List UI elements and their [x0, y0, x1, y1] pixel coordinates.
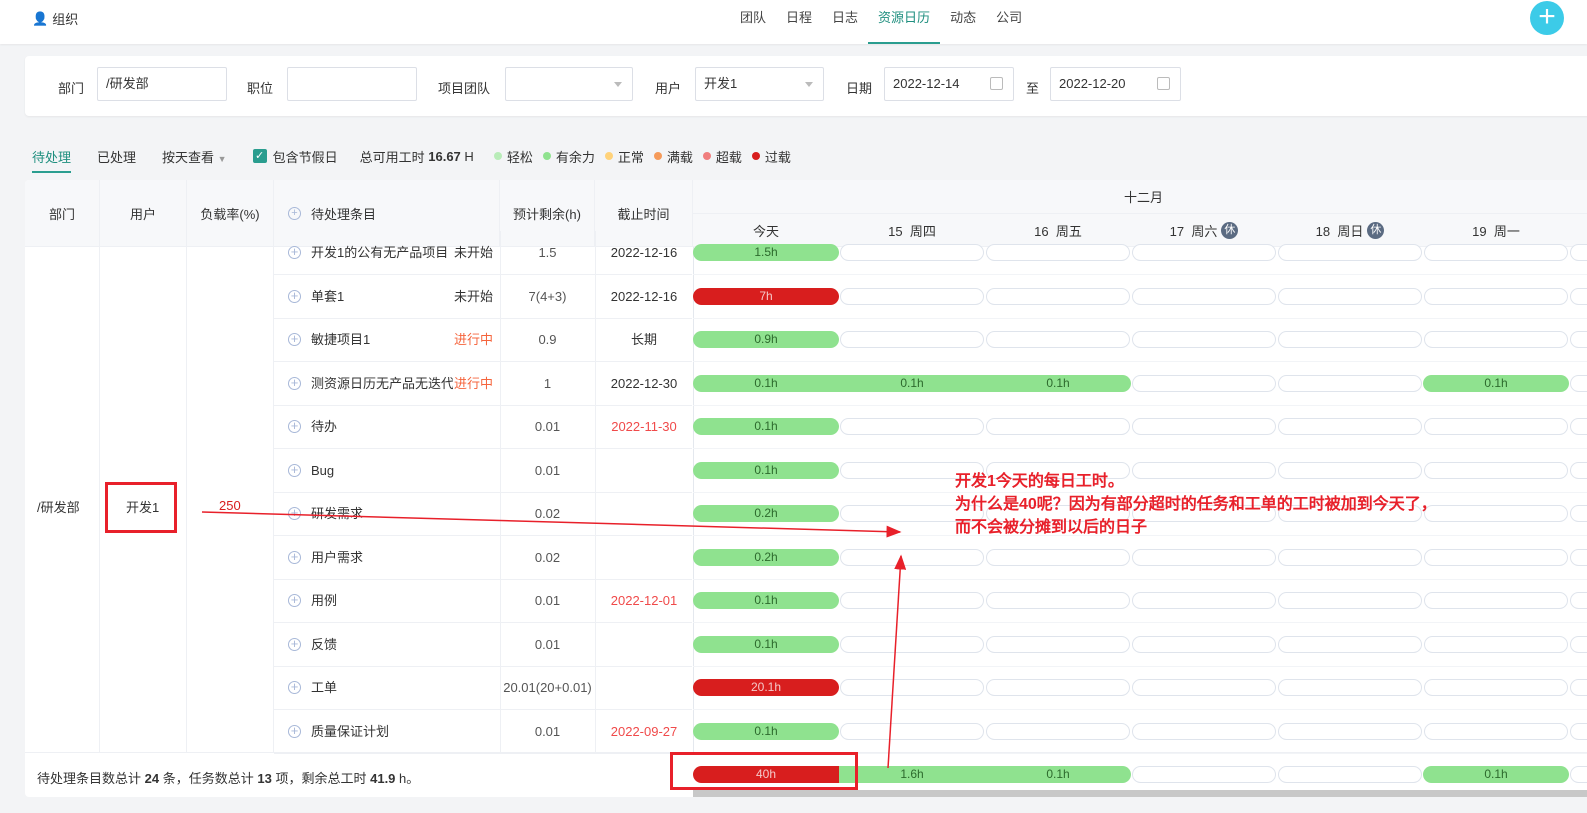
arrow-line — [201, 511, 902, 538]
annotation-text: 开发1今天的每日工时。 为什么是40呢？因为有部分超时的任务和工单的工时被加到今天… — [955, 473, 1437, 536]
arrow-line — [887, 554, 907, 769]
annotation-arrows — [201, 511, 907, 769]
